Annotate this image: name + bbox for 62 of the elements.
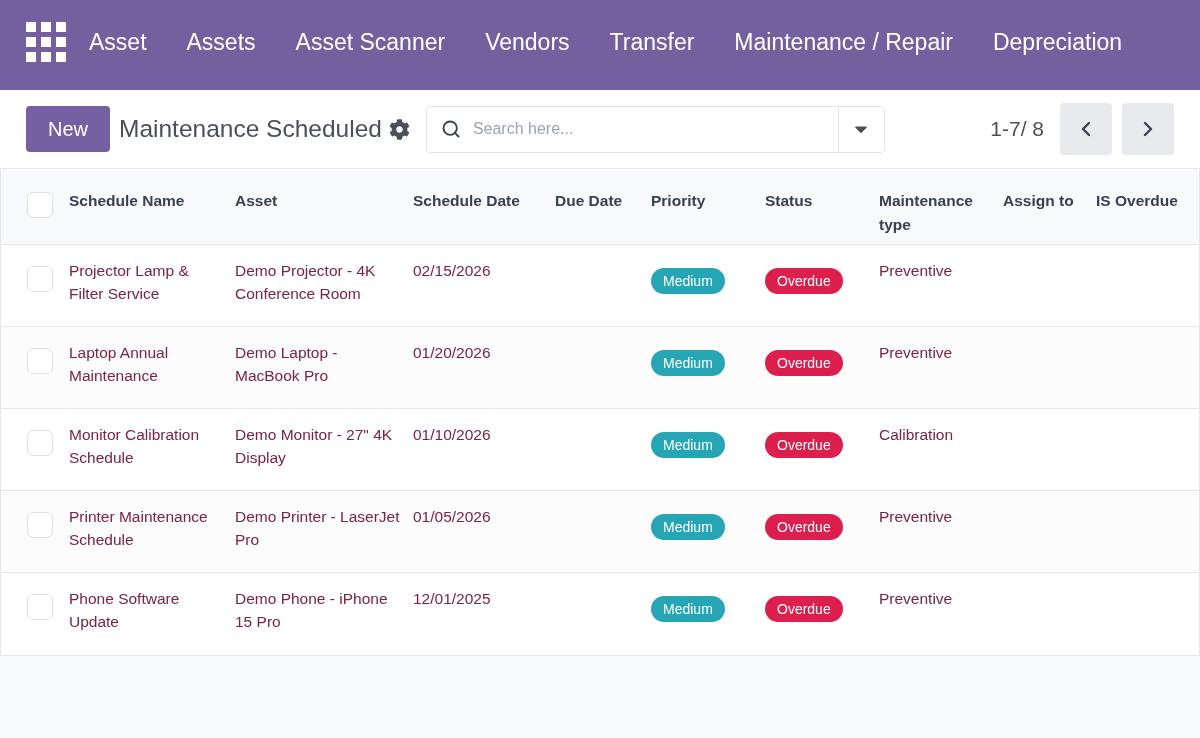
asset-cell-text: Demo Monitor - 27" 4K Display bbox=[235, 425, 394, 468]
checkbox[interactable] bbox=[27, 192, 53, 218]
schedule-name-cell-text: Phone Software Update bbox=[69, 589, 181, 632]
date-cell-text: 01/20/2026 bbox=[413, 343, 491, 363]
menu-item[interactable]: Maintenance / Repair bbox=[714, 28, 973, 56]
status-badge: Overdue bbox=[765, 268, 843, 294]
search-bar[interactable]: Search here... bbox=[425, 105, 885, 153]
priority-badge: Medium bbox=[651, 350, 725, 376]
schedule-name-cell-text: Monitor Calibration Schedule bbox=[69, 425, 201, 468]
column-header[interactable]: Asset bbox=[235, 189, 278, 213]
pager-counter[interactable]: 1-7/ 8 bbox=[990, 117, 1044, 141]
column-header[interactable]: Due Date bbox=[555, 189, 623, 213]
status-badge: Overdue bbox=[765, 596, 843, 622]
search-icon bbox=[440, 119, 461, 139]
previous-button[interactable] bbox=[1060, 103, 1112, 155]
checkbox[interactable] bbox=[27, 594, 53, 620]
asset-cell-text: Demo Projector - 4K Conference Room bbox=[235, 261, 377, 304]
column-header[interactable]: Priority bbox=[651, 189, 706, 213]
maintenance-type-cell-text: Preventive bbox=[879, 261, 953, 281]
maintenance-type-cell-text: Preventive bbox=[879, 343, 953, 363]
date-cell-text: 02/15/2026 bbox=[413, 261, 491, 281]
maintenance-type-cell-text: Preventive bbox=[879, 507, 953, 527]
status-badge: Overdue bbox=[765, 432, 843, 458]
status-badge: Overdue bbox=[765, 514, 843, 540]
menu-item[interactable]: Transfer bbox=[589, 28, 715, 56]
status-badge: Overdue bbox=[765, 350, 843, 376]
menu-item[interactable]: Depreciation bbox=[972, 28, 1143, 56]
column-header[interactable]: Schedule Date bbox=[413, 189, 520, 213]
date-cell-text: 01/10/2026 bbox=[413, 425, 491, 445]
priority-badge: Medium bbox=[651, 432, 725, 458]
column-header[interactable]: Assign to bbox=[1003, 189, 1074, 213]
asset-cell-text: Demo Laptop - MacBook Pro bbox=[235, 343, 339, 386]
column-header[interactable]: Schedule Name bbox=[69, 189, 185, 213]
search-input[interactable]: Search here... bbox=[470, 119, 838, 139]
apps-grid-icon[interactable] bbox=[26, 22, 66, 62]
checkbox[interactable] bbox=[27, 512, 53, 538]
menu-item[interactable]: Asset Scanner bbox=[275, 28, 466, 56]
menu-item[interactable]: Vendors bbox=[465, 28, 590, 56]
settings-icon[interactable] bbox=[388, 118, 410, 140]
checkbox[interactable] bbox=[27, 430, 53, 456]
maintenance-type-cell-text: Calibration bbox=[879, 425, 954, 445]
new-button[interactable]: New bbox=[26, 106, 110, 152]
maintenance-type-cell-text: Preventive bbox=[879, 589, 953, 609]
priority-badge: Medium bbox=[651, 268, 725, 294]
checkbox[interactable] bbox=[27, 266, 53, 292]
next-button[interactable] bbox=[1122, 103, 1174, 155]
priority-badge: Medium bbox=[651, 596, 725, 622]
schedule-name-cell-text: Laptop Annual Maintenance bbox=[69, 343, 170, 386]
asset-cell-text: Demo Printer - LaserJet Pro bbox=[235, 507, 401, 550]
view-title: Maintenance Scheduled bbox=[119, 115, 382, 143]
schedule-name-cell-text: Projector Lamp & Filter Service bbox=[69, 261, 190, 304]
column-header[interactable]: Status bbox=[765, 189, 813, 213]
app-name[interactable]: Asset bbox=[69, 28, 167, 56]
column-header[interactable]: IS Overdue bbox=[1096, 189, 1178, 213]
column-header[interactable]: Maintenance type bbox=[879, 189, 995, 237]
schedule-name-cell-text: Printer Maintenance Schedule bbox=[69, 507, 209, 550]
priority-badge: Medium bbox=[651, 514, 725, 540]
date-cell-text: 01/05/2026 bbox=[413, 507, 491, 527]
date-cell-text: 12/01/2025 bbox=[413, 589, 491, 609]
asset-cell-text: Demo Phone - iPhone 15 Pro bbox=[235, 589, 389, 632]
menu-item[interactable]: Assets bbox=[166, 28, 276, 56]
checkbox[interactable] bbox=[27, 348, 53, 374]
